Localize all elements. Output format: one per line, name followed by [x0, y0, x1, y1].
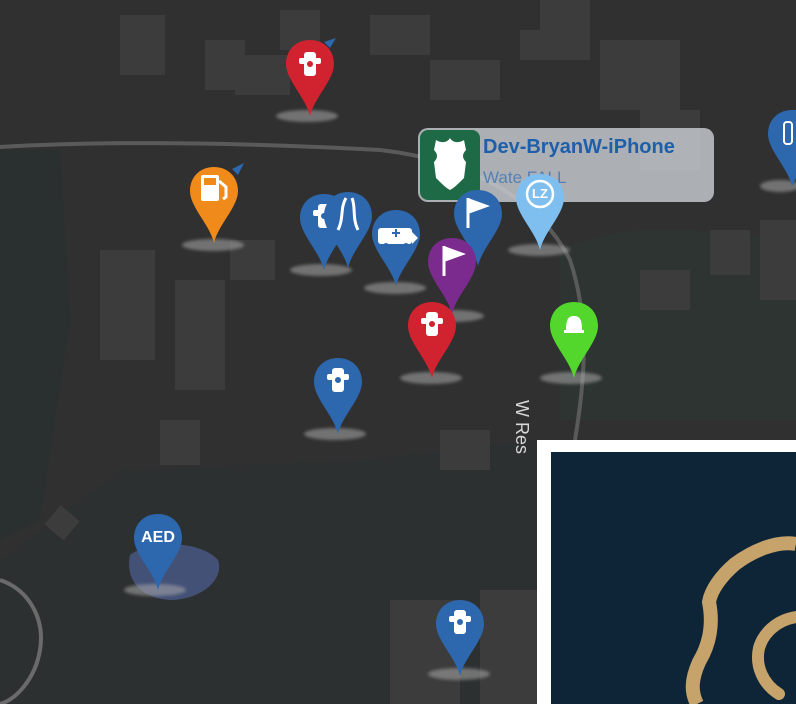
ambulance-icon: [372, 210, 420, 286]
department-logo: [685, 536, 796, 704]
oxygen-marker[interactable]: [760, 108, 796, 192]
road-label: W Res: [512, 400, 532, 454]
hydrant-marker-blue-2[interactable]: [304, 356, 366, 440]
fire-hydrant-icon: [314, 358, 362, 434]
bell-icon: [550, 302, 598, 378]
road-icon: [324, 192, 372, 268]
map-view[interactable]: Dev-BryanW-iPhone Wate FALL W Res LZ AED: [0, 0, 796, 704]
logo-panel: [551, 452, 796, 704]
fire-hydrant-icon: [286, 38, 336, 116]
alarm-marker-green[interactable]: [540, 300, 602, 384]
lz-icon: [516, 174, 564, 250]
hydrant-marker-red-1[interactable]: [276, 38, 338, 122]
fire-hydrant-icon: [408, 302, 456, 378]
logo-overlay: [537, 440, 796, 704]
road-marker[interactable]: [322, 190, 374, 268]
fuel-marker[interactable]: [182, 163, 244, 251]
ambulance-marker[interactable]: [364, 208, 426, 294]
device-name: Dev-BryanW-iPhone: [483, 136, 675, 158]
fuel-pump-icon: [190, 163, 244, 243]
fire-hydrant-icon: [436, 600, 484, 676]
oxygen-tank-icon: [768, 110, 796, 186]
lz-label: LZ: [532, 186, 548, 201]
aed-icon: [134, 514, 182, 590]
hydrant-marker-blue-3[interactable]: [428, 598, 490, 680]
hydrant-marker-red-2[interactable]: [400, 300, 462, 384]
aed-label: AED: [141, 529, 175, 546]
aed-marker[interactable]: AED: [124, 512, 186, 596]
landing-zone-marker[interactable]: LZ: [508, 172, 570, 256]
